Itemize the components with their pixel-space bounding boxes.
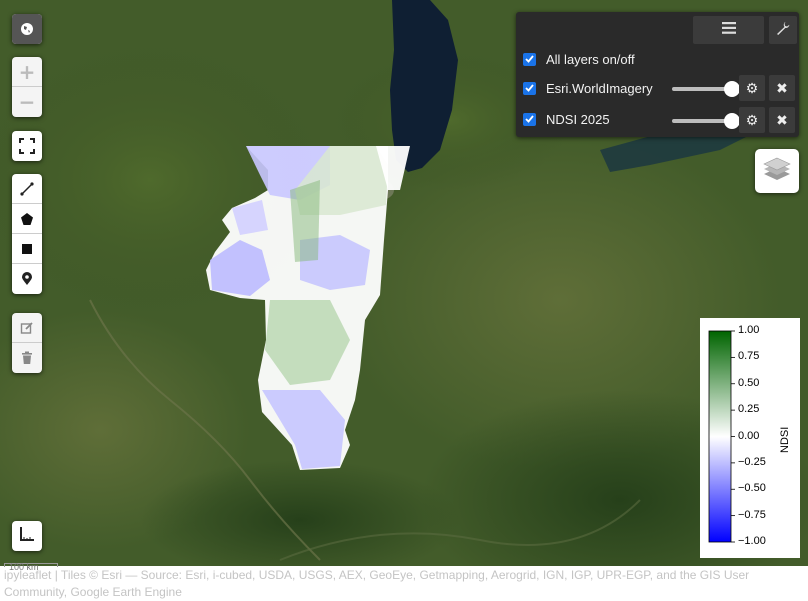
marker-icon [21,272,33,286]
colorbar-title: NDSI [779,426,791,453]
zoom-in-button[interactable]: + [12,57,42,87]
rectangle-icon [21,243,33,255]
colorbar-tick-label: −0.25 [738,455,766,468]
layer-row-esri: Esri.WorldImagery [523,78,653,98]
edit-layers-button[interactable] [12,313,42,343]
ndsi-opacity-knob[interactable] [724,113,740,129]
fullscreen-icon [19,138,35,154]
colorbar-tick-label: 1.00 [738,324,760,336]
edit-toolbar [12,313,42,373]
globe-icon [20,22,34,36]
draw-marker-button[interactable] [12,264,42,294]
gear-icon: ⚙ [745,79,759,96]
esri-opacity-knob[interactable] [724,81,740,97]
ndsi-settings-button[interactable]: ⚙ [739,107,765,133]
zoom-out-label: − [18,90,36,114]
ndsi-opacity-slider[interactable] [672,113,740,129]
edit-icon [20,321,34,335]
globe-control[interactable] [12,14,42,44]
layers-stack-icon [763,156,791,187]
esri-settings-button[interactable]: ⚙ [739,75,765,101]
ndsi-remove-button[interactable]: ✖ [769,107,795,133]
all-layers-label: All layers on/off [546,51,635,67]
colorbar-tick-label: −1.00 [738,535,766,547]
fullscreen-button[interactable] [12,131,42,161]
zoom-control: + − [12,57,42,117]
all-layers-row: All layers on/off [523,49,635,69]
layers-list-icon [721,21,736,39]
ndsi-colorbar-legend: 1.00 0.75 0.50 0.25 0.00 −0.25 −0.50 −0.75 −1.00… [700,318,800,558]
colorbar-tick-label: −0.75 [738,508,766,521]
fullscreen-control [12,131,42,161]
zoom-in-label: + [18,59,36,84]
esri-remove-button[interactable]: ✖ [769,75,795,101]
polyline-icon [20,181,34,196]
colorbar-tick-label: 0.25 [738,403,760,416]
colorbar-tick-label: 0.50 [738,376,760,389]
all-layers-checkbox[interactable] [523,52,536,66]
close-icon: ✖ [776,79,788,96]
layer-list-tab[interactable] [693,16,764,44]
draw-rectangle-button[interactable] [12,234,42,264]
toolbar-tab[interactable] [769,16,797,44]
esri-layer-checkbox[interactable] [523,81,536,95]
wrench-icon [776,21,790,40]
ndsi-layer-checkbox[interactable] [523,112,536,126]
draw-polygon-button[interactable] [12,204,42,234]
draw-toolbar [12,174,42,294]
layers-control-button[interactable] [755,149,799,193]
delete-layers-button[interactable] [12,343,42,373]
ndsi-layer-label: NDSI 2025 [546,111,610,127]
scale-control-button[interactable] [12,521,42,551]
trash-icon [21,351,33,365]
colorbar-tick-label: 0.00 [738,429,760,442]
close-icon: ✖ [776,111,788,128]
esri-opacity-slider[interactable] [672,81,740,97]
zoom-out-button[interactable]: − [12,87,42,117]
layer-manager-panel: All layers on/off Esri.WorldImagery ⚙ ✖ … [516,12,799,137]
polygon-icon [20,212,34,226]
globe-button[interactable] [12,14,42,44]
ruler-icon [19,526,35,547]
esri-layer-label: Esri.WorldImagery [546,80,653,96]
gear-icon: ⚙ [745,111,759,128]
colorbar-tick-label: −0.50 [738,482,766,495]
map-attribution: ipyleaflet | Tiles © Esri — Source: Esri… [4,568,750,599]
draw-polyline-button[interactable] [12,174,42,204]
layer-row-ndsi: NDSI 2025 [523,109,610,129]
colorbar-tick-label: 0.75 [738,350,760,363]
